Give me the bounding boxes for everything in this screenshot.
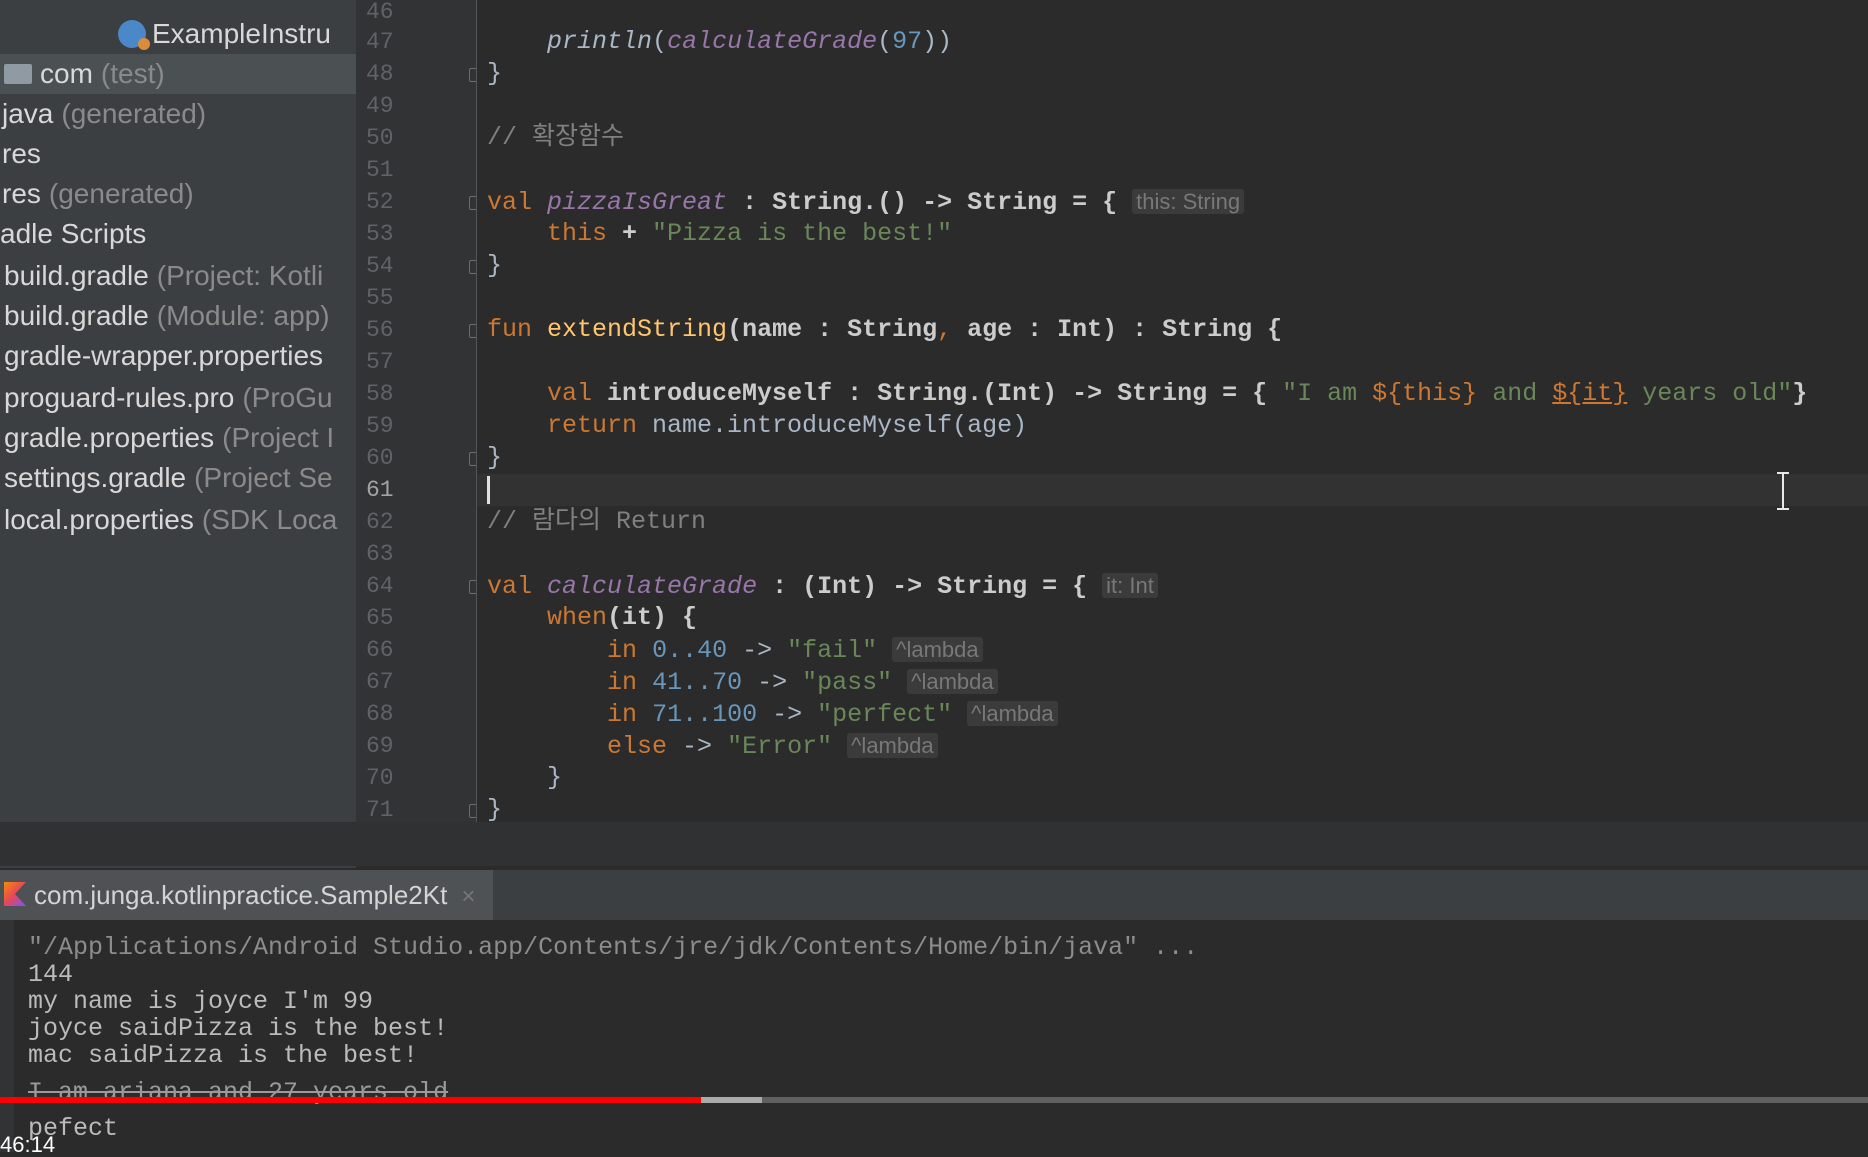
line-number: 54: [366, 250, 426, 282]
line-number: 59: [366, 410, 426, 442]
tree-item-build-gradle-project[interactable]: build.gradle(Project: Kotli: [4, 256, 323, 296]
line-number: 69: [366, 730, 426, 762]
code-editor[interactable]: println(calculateGrade(97)) } // 확장함수 va…: [477, 0, 1868, 822]
console-line: "/Applications/Android Studio.app/Conten…: [28, 932, 1198, 964]
code-line-65: when(it) {: [487, 602, 697, 634]
run-tab-label: com.junga.kotlinpractice.Sample2Kt: [34, 880, 447, 910]
code-line-52: val pizzaIsGreat : String.() -> String =…: [487, 186, 1244, 218]
line-number: 47: [366, 26, 426, 58]
ibeam-cursor-icon: [1777, 472, 1789, 510]
line-number: 56: [366, 314, 426, 346]
tree-item-res[interactable]: res: [2, 134, 41, 174]
tree-item-settings-gradle[interactable]: settings.gradle(Project Se: [4, 458, 333, 498]
code-line-66: in 0..40 -> "fail" ^lambda: [487, 634, 983, 666]
code-line-56: fun extendString(name : String, age : In…: [487, 314, 1282, 346]
code-line-50: // 확장함수: [487, 122, 624, 154]
line-number: 67: [366, 666, 426, 698]
code-line-69: else -> "Error" ^lambda: [487, 730, 938, 762]
console-gutter: [0, 920, 14, 1152]
line-number: 65: [366, 602, 426, 634]
console-line: mac saidPizza is the best!: [28, 1040, 418, 1072]
code-line-53: this + "Pizza is the best!": [487, 218, 952, 250]
line-number: 64: [366, 570, 426, 602]
inlay-hint: this: String: [1132, 189, 1244, 214]
line-number: 58: [366, 378, 426, 410]
tree-item-gradle-scripts[interactable]: adle Scripts: [0, 214, 146, 254]
current-line-highlight: [477, 474, 1868, 506]
code-line-64: val calculateGrade : (Int) -> String = {…: [487, 570, 1158, 602]
close-icon[interactable]: ×: [461, 883, 475, 910]
kotlin-icon: [4, 882, 26, 906]
run-tab[interactable]: com.junga.kotlinpractice.Sample2Kt ×: [0, 870, 493, 920]
line-number: 51: [366, 154, 426, 186]
video-played-bar: [0, 1097, 701, 1103]
line-number: 55: [366, 282, 426, 314]
line-number: 48: [366, 58, 426, 90]
code-line-59: return name.introduceMyself(age): [487, 410, 1027, 442]
line-number: 63: [366, 538, 426, 570]
line-number: 62: [366, 506, 426, 538]
line-number: 60: [366, 442, 426, 474]
line-number: 66: [366, 634, 426, 666]
tree-item-res-generated[interactable]: res(generated): [2, 174, 194, 214]
inlay-hint: ^lambda: [847, 733, 937, 758]
editor-status-strip: [0, 822, 1868, 866]
line-number: 46: [366, 0, 426, 28]
code-line-54: }: [487, 250, 502, 282]
code-line-68: in 71..100 -> "perfect" ^lambda: [487, 698, 1058, 730]
line-number-gutter: 46 47 48 49 50 51 52 53 54 55 56 57 58 5…: [356, 0, 476, 822]
code-line-70: }: [487, 762, 562, 794]
code-line-60: }: [487, 442, 502, 474]
tree-item-gradle-properties[interactable]: gradle.properties(Project I: [4, 418, 334, 458]
code-line-71: }: [487, 794, 502, 822]
code-line-62: // 람다의 Return: [487, 506, 706, 538]
line-number-current: 61: [366, 474, 426, 506]
line-number: 50: [366, 122, 426, 154]
folder-icon: [4, 64, 32, 84]
line-number: 70: [366, 762, 426, 794]
run-tool-window-header: com.junga.kotlinpractice.Sample2Kt ×: [0, 870, 1868, 920]
tree-item-local-properties[interactable]: local.properties(SDK Loca: [4, 500, 337, 540]
tree-item-java-generated[interactable]: java(generated): [2, 94, 206, 134]
run-console[interactable]: "/Applications/Android Studio.app/Conten…: [0, 920, 1868, 1152]
tree-item-proguard-rules[interactable]: proguard-rules.pro(ProGu: [4, 378, 333, 418]
tree-item-gradle-wrapper-properties[interactable]: gradle-wrapper.properties: [4, 336, 323, 376]
inlay-hint: ^lambda: [892, 637, 982, 662]
console-line: I am ariana and 27 years old: [28, 1077, 448, 1109]
inlay-hint: ^lambda: [907, 669, 997, 694]
line-number: 53: [366, 218, 426, 250]
line-number: 49: [366, 90, 426, 122]
kotlin-class-icon: [118, 20, 146, 48]
line-number: 57: [366, 346, 426, 378]
tree-item-com-test[interactable]: com(test): [0, 54, 356, 94]
video-timestamp: 46:14: [0, 1136, 55, 1154]
line-number: 68: [366, 698, 426, 730]
code-line-48: }: [487, 58, 502, 90]
inlay-hint: it: Int: [1102, 573, 1158, 598]
code-line-58: val introduceMyself : String.(Int) -> St…: [487, 378, 1807, 410]
text-caret: [487, 476, 490, 504]
code-line-67: in 41..70 -> "pass" ^lambda: [487, 666, 998, 698]
project-tree: ExampleInstru com(test) java(generated) …: [0, 0, 356, 868]
code-line-47: println(calculateGrade(97)): [487, 26, 952, 58]
line-number: 52: [366, 186, 426, 218]
inlay-hint: ^lambda: [967, 701, 1057, 726]
video-progress-bar[interactable]: [0, 1097, 1868, 1103]
tree-item-build-gradle-module[interactable]: build.gradle(Module: app): [4, 296, 330, 336]
tree-item-exampleinstru[interactable]: ExampleInstru: [118, 14, 331, 54]
